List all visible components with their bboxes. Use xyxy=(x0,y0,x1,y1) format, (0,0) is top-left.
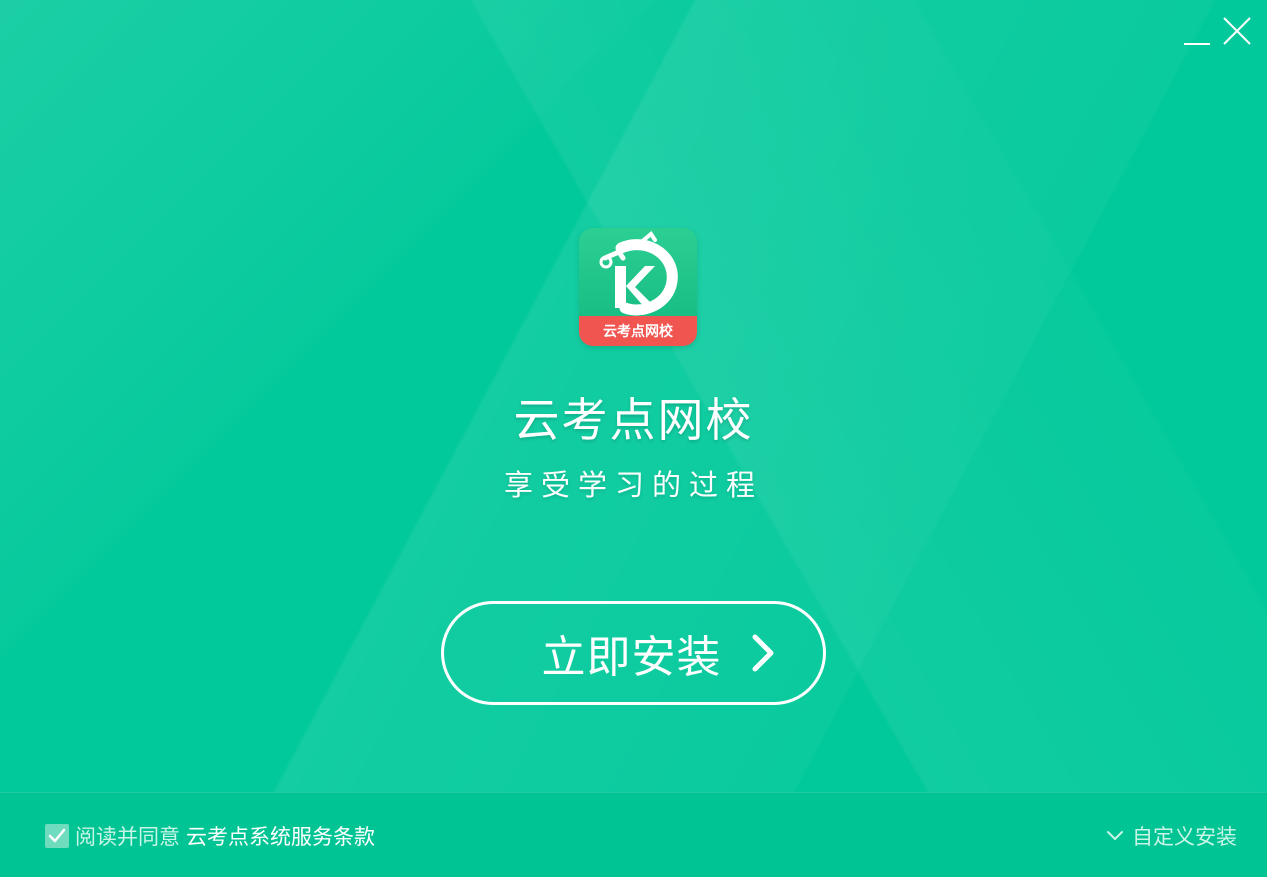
agree-text: 阅读并同意 xyxy=(75,825,180,849)
close-button[interactable] xyxy=(1221,14,1253,48)
custom-install-label: 自定义安装 xyxy=(1132,825,1237,849)
terms-of-service-link[interactable]: 云考点系统服务条款 xyxy=(186,821,375,851)
logo-ribbon-text: 云考点网校 xyxy=(579,316,697,346)
install-button-label: 立即安装 xyxy=(541,632,722,683)
checkmark-icon xyxy=(48,828,66,843)
installer-window: 云考点网校 云考点网校 享受学习的过程 立即安装 阅读并同意 云考点系统服务条款 xyxy=(0,0,1267,877)
minimize-icon xyxy=(1184,43,1210,45)
footer-bar: 阅读并同意 云考点系统服务条款 自定义安装 xyxy=(0,792,1267,877)
app-logo-icon xyxy=(599,231,678,316)
app-title: 云考点网校 xyxy=(513,393,754,447)
minimize-button[interactable] xyxy=(1181,14,1213,48)
chevron-right-icon xyxy=(752,634,773,672)
close-icon xyxy=(1223,17,1251,45)
install-now-button[interactable]: 立即安装 xyxy=(441,601,826,705)
custom-install-button[interactable]: 自定义安装 xyxy=(1106,821,1237,851)
app-slogan: 享受学习的过程 xyxy=(503,468,763,502)
agreement-row: 阅读并同意 云考点系统服务条款 xyxy=(45,821,375,851)
app-logo: 云考点网校 xyxy=(579,228,697,346)
agree-checkbox[interactable] xyxy=(45,824,69,848)
window-controls xyxy=(1181,14,1253,48)
chevron-down-icon xyxy=(1106,830,1124,842)
